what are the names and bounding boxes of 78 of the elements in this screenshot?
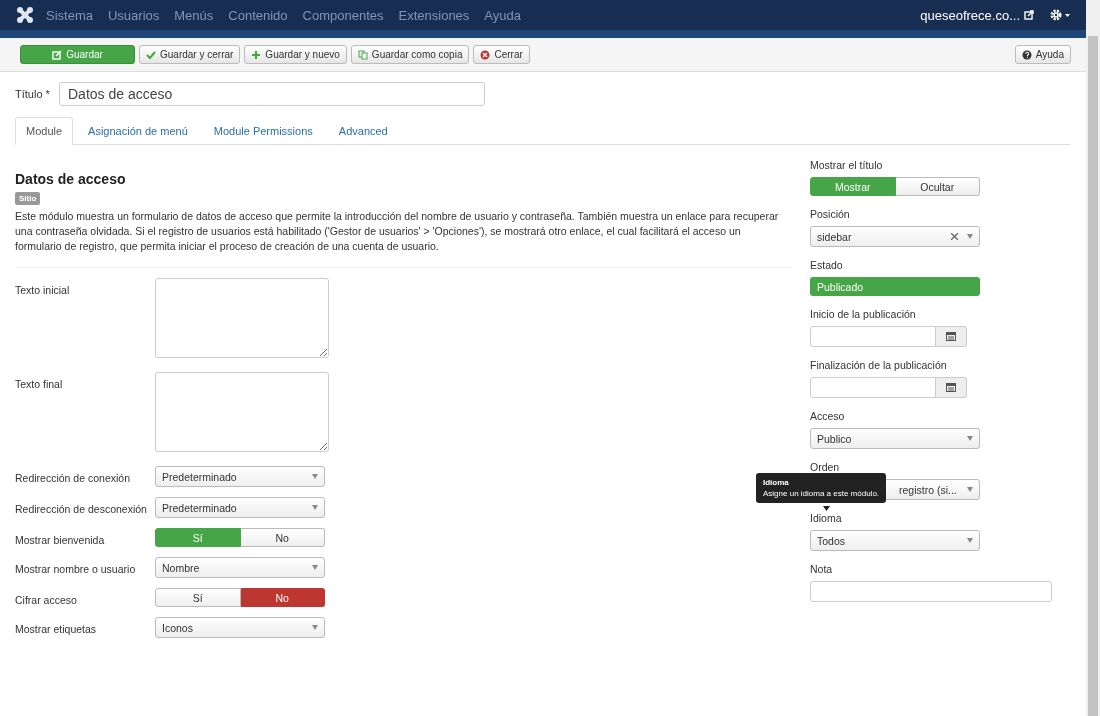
note-field[interactable] <box>810 581 1052 602</box>
field-label: Título * <box>15 87 51 100</box>
caret-icon <box>312 625 318 630</box>
field-label: Cifrar acceso <box>15 593 78 606</box>
module-description: Este módulo muestra un formulario de datos de acceso que permite la introducción del nombre de usuario y contraseña. También muestra un enlace para recuperar una contraseña olvidada. Si el registro de usuarios está habilitado ('Gestor de usuarios' > 'Opciones'), se mostrará otro enlace, el cual facilitará el acceso un formulario de registro, que permita iniciar el proceso de creación de una cuenta de usuario. <box>15 209 780 254</box>
field-label: Mostrar etiquetas <box>15 622 98 635</box>
field-label: Posición <box>810 208 850 220</box>
toolbar-button[interactable]: Cerrar <box>473 45 530 64</box>
select-field[interactable]: Nombre <box>155 557 325 578</box>
toggle-option[interactable]: No <box>240 528 325 547</box>
menu-item[interactable]: Extensiones <box>398 7 470 23</box>
copy-icon <box>357 49 368 60</box>
menu-item[interactable]: Menús <box>174 7 214 23</box>
select-field[interactable]: sidebar <box>810 226 980 247</box>
caret-icon <box>967 436 973 441</box>
tooltip-title: Idioma <box>763 477 790 488</box>
caret-icon <box>967 234 973 239</box>
select-field[interactable]: Publico <box>810 428 980 449</box>
field-label: Orden <box>810 461 840 473</box>
external-link-icon[interactable] <box>1024 10 1034 20</box>
field-label: Redirección de conexión <box>15 471 131 484</box>
date-field[interactable] <box>810 377 936 398</box>
tab[interactable]: Advanced <box>327 117 399 145</box>
toggle-option[interactable]: Ocultar <box>895 177 980 196</box>
caret-icon <box>967 538 973 543</box>
help-icon <box>1021 49 1032 60</box>
field-label: Mostrar nombre o usuario <box>15 562 137 575</box>
field-label: Texto final <box>15 377 64 390</box>
calendar-button[interactable] <box>936 377 967 398</box>
menu-item[interactable]: Contenido <box>228 7 288 23</box>
caret-icon <box>312 505 318 510</box>
calendar-button[interactable] <box>936 326 967 347</box>
calendar-icon <box>946 383 956 392</box>
help-button[interactable]: Ayuda <box>1014 45 1071 64</box>
tab[interactable]: Module Permissions <box>202 117 324 145</box>
module-heading: Datos de acceso <box>15 171 127 187</box>
calendar-icon <box>946 332 956 341</box>
edit-icon <box>52 49 63 60</box>
toolbar-button[interactable]: Guardar como copia <box>350 45 470 64</box>
tab[interactable]: Module <box>15 117 74 145</box>
field-label: Texto inicial <box>15 283 71 296</box>
field-label: Mostrar el título <box>810 159 883 171</box>
field-label: Mostrar bienvenida <box>15 533 106 546</box>
tab[interactable]: Asignación de menú <box>77 117 199 145</box>
select-field[interactable]: Predeterminado <box>155 466 325 487</box>
menu-item[interactable]: Sistema <box>46 7 93 23</box>
field-label: Inicio de la publicación <box>810 308 916 320</box>
clear-icon[interactable] <box>951 233 958 240</box>
select-field[interactable]: Todos <box>810 530 980 551</box>
date-field[interactable] <box>810 326 936 347</box>
field-label: Estado <box>810 259 843 271</box>
toolbar-button[interactable]: Guardar y nuevo <box>244 45 347 64</box>
close-icon <box>480 49 491 60</box>
field-label: Acceso <box>810 410 845 422</box>
menu-item[interactable]: Componentes <box>302 7 384 23</box>
field-label: Redirección de desconexión <box>15 502 148 515</box>
select-field[interactable]: Iconos <box>155 617 325 638</box>
select-field[interactable]: Predeterminado <box>155 497 325 518</box>
tooltip-arrow-icon <box>823 506 830 511</box>
toolbar-button[interactable]: Guardar y cerrar <box>139 45 241 64</box>
field-label: Nota <box>810 563 833 575</box>
toggle-option[interactable]: No <box>240 588 325 607</box>
menu-item[interactable]: Usuarios <box>107 7 160 23</box>
logo-icon[interactable] <box>16 6 34 24</box>
field-label: Idioma <box>810 512 842 524</box>
scrollbar[interactable] <box>1086 0 1100 716</box>
caret-icon <box>312 565 318 570</box>
check-icon <box>146 49 156 60</box>
menu-item[interactable]: Ayuda <box>484 7 521 23</box>
settings-icon[interactable] <box>1050 9 1072 21</box>
field-label: Finalización de la publicación <box>810 359 947 371</box>
site-badge: Sitio <box>15 192 41 205</box>
site-link[interactable]: queseofrece.co... <box>920 7 1020 23</box>
plus-icon <box>251 49 262 60</box>
toggle-option[interactable]: Sí <box>155 588 241 607</box>
caret-icon <box>312 474 318 479</box>
caret-icon <box>967 487 973 492</box>
title-field[interactable]: Datos de acceso <box>59 82 485 106</box>
